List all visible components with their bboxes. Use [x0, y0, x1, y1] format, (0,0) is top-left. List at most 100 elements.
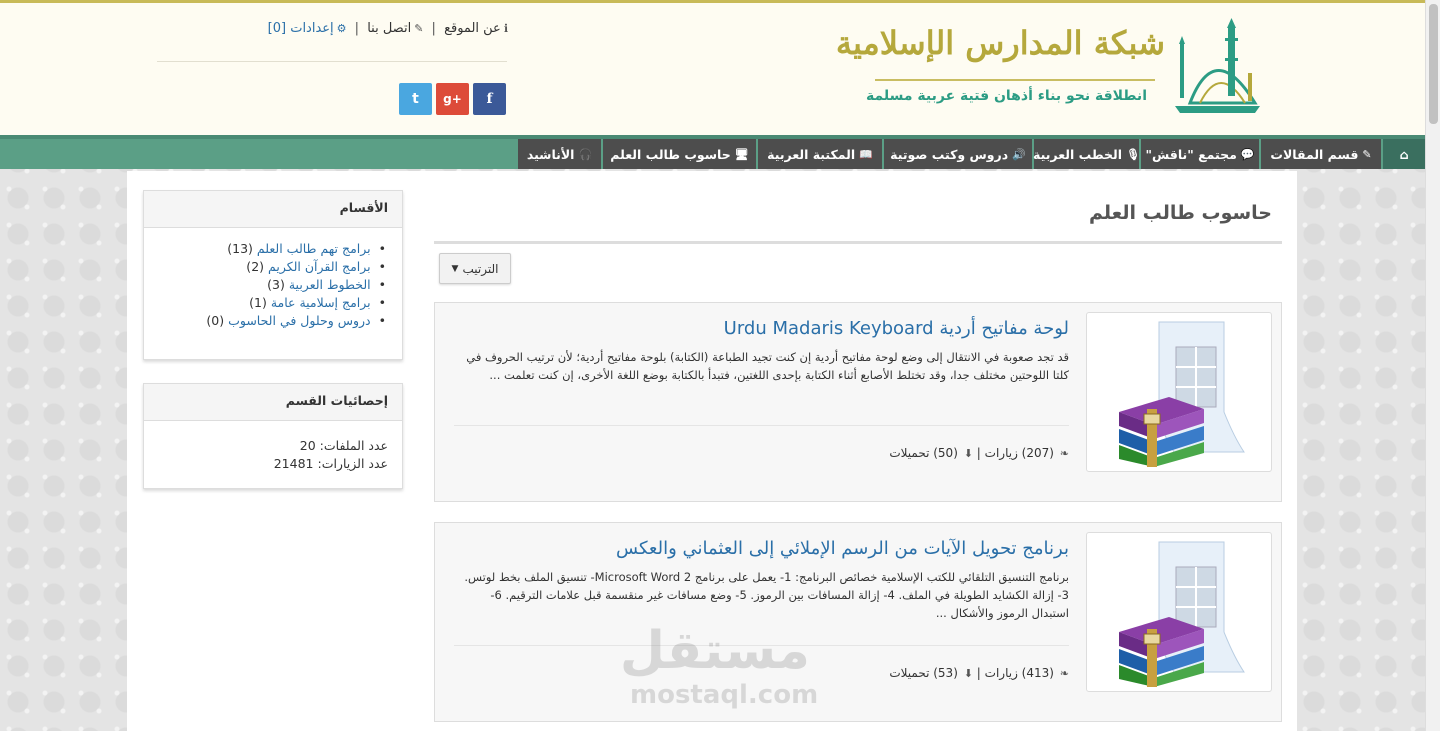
top-links: ℹعن الموقع | ✎اتصل بنا | ⚙إعدادات [0] — [268, 21, 508, 36]
category-link[interactable]: برامج القرآن الكريم — [268, 259, 371, 274]
file-thumbnail[interactable] — [1086, 532, 1272, 692]
nav-audio-lessons[interactable]: 🔊 دروس وكتب صوتية — [882, 139, 1032, 169]
categories-list: برامج تهم طالب العلم (13) برامج القرآن ا… — [144, 240, 388, 330]
pencil-icon: ✎ — [1362, 147, 1372, 161]
category-item: الخطوط العربية (3) — [144, 276, 386, 294]
category-count: (3) — [267, 277, 285, 292]
googleplus-icon: g+ — [443, 92, 462, 106]
downloads-count: (53) تحميلات — [889, 666, 958, 680]
file-thumbnail[interactable] — [1086, 312, 1272, 472]
file-description: قد تجد صعوبة في الانتقال إلى وضع لوحة مف… — [466, 350, 1069, 382]
desktop-icon: 🖥 — [734, 147, 749, 161]
category-item: برامج تهم طالب العلم (13) — [144, 240, 386, 258]
mosque-logo-icon — [1175, 18, 1260, 113]
nav-articles[interactable]: ✎ قسم المقالات — [1259, 139, 1381, 169]
site-header: شبكة المدارس الإسلامية انطلاقة نحو بناء … — [0, 0, 1425, 135]
meta-separator: | — [976, 446, 981, 460]
main-navbar: ⌂ ✎ قسم المقالات 💬 مجتمع "ناقش" 🎙 الخطب الع… — [0, 135, 1425, 169]
nav-nasheeds[interactable]: 🎧 الأناشيد — [516, 139, 601, 169]
category-item: دروس وحلول في الحاسوب (0) — [144, 312, 386, 330]
watermark-latin: mostaql.com — [630, 680, 819, 710]
meta-separator: | — [976, 666, 981, 680]
archive-books-icon — [1119, 321, 1245, 467]
stats-body: عدد الملفات: 20 عدد الزيارات: 21481 — [144, 421, 402, 473]
book-icon: 📖 — [859, 147, 873, 161]
category-link[interactable]: برامج تهم طالب العلم — [257, 241, 371, 256]
file-title-link[interactable]: برنامج تحويل الآيات من الرسم الإملائي إل… — [454, 535, 1069, 563]
nav-library[interactable]: 📖 المكتبة العربية — [756, 139, 882, 169]
social-buttons: t g+ f — [399, 83, 507, 115]
site-title: شبكة المدارس الإسلامية — [835, 24, 1166, 62]
files-count: 20 — [299, 438, 316, 453]
nav-items: ⌂ ✎ قسم المقالات 💬 مجتمع "ناقش" 🎙 الخطب الع… — [516, 139, 1425, 169]
category-item: برامج إسلامية عامة (1) — [144, 294, 386, 312]
section-stats-panel: إحصائيات القسم عدد الملفات: 20 عدد الزيا… — [143, 383, 403, 489]
leaf-icon: ❧ — [1059, 667, 1069, 680]
info-icon: ℹ — [503, 22, 508, 35]
facebook-icon: f — [486, 91, 493, 107]
files-count-row: عدد الملفات: 20 — [299, 438, 388, 453]
download-icon: ⬇ — [963, 447, 973, 460]
file-body: برنامج تحويل الآيات من الرسم الإملائي إل… — [454, 535, 1069, 624]
categories-body: برامج تهم طالب العلم (13) برامج القرآن ا… — [144, 228, 402, 330]
archive-books-icon — [1119, 541, 1245, 687]
settings-link[interactable]: ⚙إعدادات [0] — [268, 21, 347, 36]
site-logo[interactable]: شبكة المدارس الإسلامية انطلاقة نحو بناء … — [836, 18, 1265, 123]
nav-sermons[interactable]: 🎙 الخطب العربية — [1032, 139, 1140, 169]
file-item: لوحة مفاتيح أردية Urdu Madaris Keyboard … — [434, 302, 1282, 502]
gear-icon: ⚙ — [336, 22, 347, 35]
category-link[interactable]: برامج إسلامية عامة — [271, 295, 371, 310]
item-divider — [454, 425, 1069, 426]
twitter-icon: t — [412, 91, 419, 107]
logo-divider — [875, 79, 1155, 81]
googleplus-button[interactable]: g+ — [436, 83, 469, 115]
link-separator: | — [431, 21, 436, 36]
site-slogan: انطلاقة نحو بناء أذهان فتية عربية مسلمة — [866, 88, 1147, 104]
file-description: برنامج التنسيق التلقائي للكتب الإسلامية … — [464, 570, 1069, 620]
microphone-icon: 🎙 — [1125, 147, 1140, 161]
category-link[interactable]: دروس وحلول في الحاسوب — [228, 313, 371, 328]
visits-count: (413) زيارات — [984, 666, 1054, 680]
nav-community[interactable]: 💬 مجتمع "ناقش" — [1139, 139, 1259, 169]
download-icon: ⬇ — [963, 667, 973, 680]
category-count: (13) — [227, 241, 253, 256]
file-body: لوحة مفاتيح أردية Urdu Madaris Keyboard … — [454, 315, 1069, 404]
file-title-link[interactable]: لوحة مفاتيح أردية Urdu Madaris Keyboard — [454, 315, 1069, 343]
page-title: حاسوب طالب العلم — [434, 171, 1282, 244]
caret-down-icon: ▼ — [451, 263, 459, 274]
file-meta: ❧ (207) زيارات | ⬇ (50) تحميلات — [454, 446, 1069, 460]
link-separator: | — [354, 21, 360, 36]
watermark: مستقل mostaql.com — [619, 620, 819, 720]
visits-count: (207) زيارات — [984, 446, 1054, 460]
file-item: برنامج تحويل الآيات من الرسم الإملائي إل… — [434, 522, 1282, 722]
facebook-button[interactable]: f — [473, 83, 506, 115]
category-count: (1) — [249, 295, 267, 310]
watermark-arabic: مستقل — [619, 621, 810, 681]
twitter-button[interactable]: t — [399, 83, 432, 115]
leaf-icon: ❧ — [1059, 447, 1069, 460]
category-item: برامج القرآن الكريم (2) — [144, 258, 386, 276]
page-scrollbar[interactable] — [1425, 0, 1440, 731]
volume-icon: 🔊 — [1012, 147, 1026, 161]
sort-dropdown-button[interactable]: الترتيب ▼ — [439, 253, 511, 284]
stats-title: إحصائيات القسم — [144, 384, 402, 421]
nav-student-computer[interactable]: 🖥 حاسوب طالب العلم — [601, 139, 756, 169]
category-count: (2) — [246, 259, 265, 274]
comments-icon: 💬 — [1240, 147, 1255, 161]
scrollbar-thumb[interactable] — [1429, 4, 1438, 124]
visits-count-row: عدد الزيارات: 21481 — [273, 456, 388, 471]
sort-label: الترتيب — [462, 261, 499, 276]
about-link[interactable]: ℹعن الموقع — [444, 21, 508, 36]
categories-title: الأقسام — [144, 191, 402, 228]
header-divider — [157, 61, 507, 62]
category-link[interactable]: الخطوط العربية — [289, 277, 371, 292]
home-icon: ⌂ — [1399, 146, 1409, 162]
categories-panel: الأقسام برامج تهم طالب العلم (13) برامج … — [143, 190, 403, 360]
contact-link[interactable]: ✎اتصل بنا — [367, 21, 423, 36]
nav-home[interactable]: ⌂ — [1381, 139, 1425, 169]
category-count: (0) — [206, 313, 225, 328]
downloads-count: (50) تحميلات — [889, 446, 958, 460]
pencil-icon: ✎ — [414, 22, 424, 35]
visits-count: 21481 — [273, 456, 314, 471]
headphones-icon: 🎧 — [578, 147, 593, 161]
